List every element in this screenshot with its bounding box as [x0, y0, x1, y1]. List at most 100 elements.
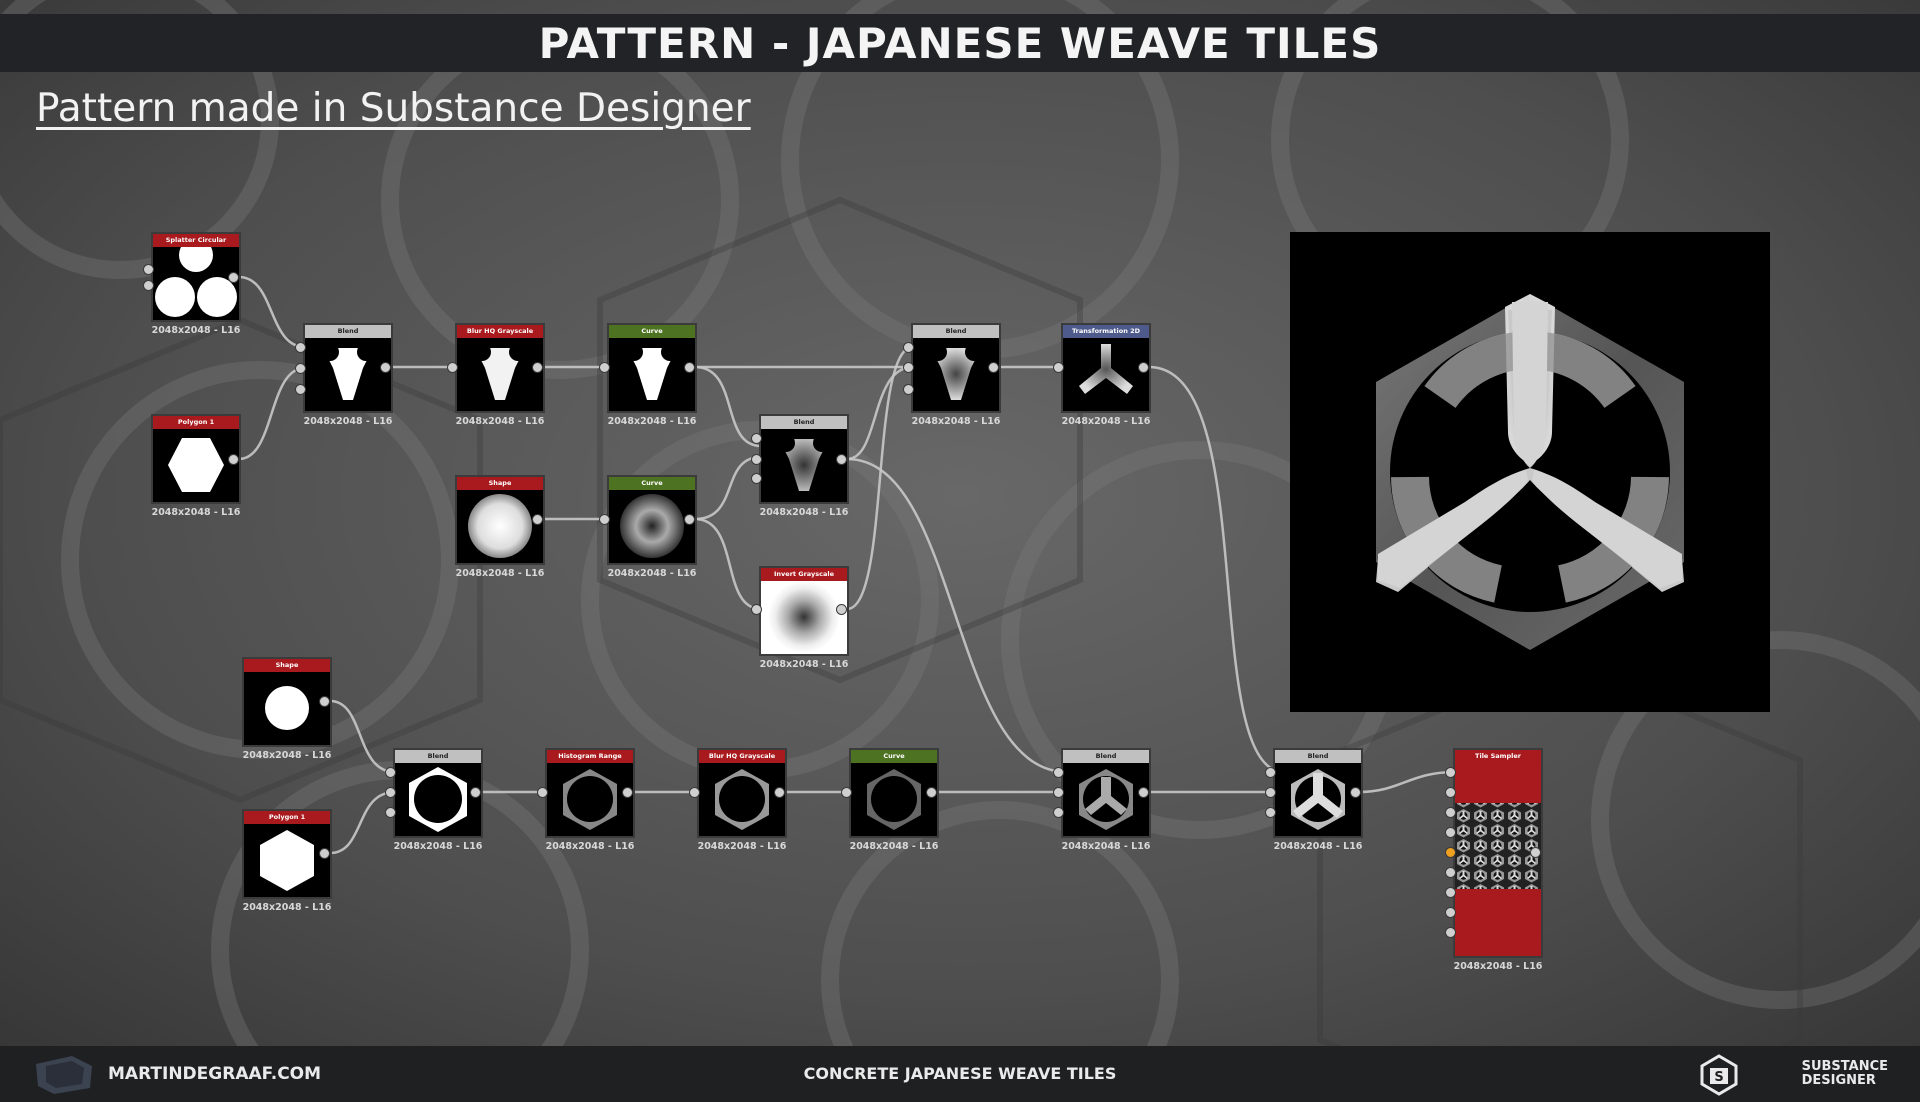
node-port[interactable]: [622, 787, 633, 798]
node-thumbnail: [244, 824, 330, 897]
node-resolution: 2048x2048 - L16: [1061, 841, 1151, 852]
node-polygon-2[interactable]: Polygon 1 2048x2048 - L16: [242, 809, 332, 913]
node-port[interactable]: [1530, 847, 1541, 858]
node-port[interactable]: [841, 787, 852, 798]
node-port[interactable]: [1265, 807, 1276, 818]
node-port[interactable]: [470, 787, 481, 798]
node-port[interactable]: [447, 362, 458, 373]
node-resolution: 2048x2048 - L16: [455, 416, 545, 427]
node-header: Polygon 1: [153, 416, 239, 429]
node-header: Transformation 2D: [1063, 325, 1149, 338]
node-port[interactable]: [774, 787, 785, 798]
node-blend-4[interactable]: Blend 2048x2048 - L16: [393, 748, 483, 852]
node-port[interactable]: [1265, 767, 1276, 778]
node-thumbnail: [761, 581, 847, 654]
node-port[interactable]: [1445, 867, 1456, 878]
node-port[interactable]: [1138, 362, 1149, 373]
node-shape-1[interactable]: Shape 2048x2048 - L16: [455, 475, 545, 579]
node-port[interactable]: [751, 433, 762, 444]
node-port[interactable]: [1445, 887, 1456, 898]
node-port[interactable]: [385, 807, 396, 818]
node-port[interactable]: [1053, 787, 1064, 798]
node-port[interactable]: [599, 514, 610, 525]
node-port[interactable]: [1053, 362, 1064, 373]
node-port[interactable]: [143, 264, 154, 275]
node-port[interactable]: [1265, 787, 1276, 798]
node-transformation-2d[interactable]: Transformation 2D 2048x2048 - L16: [1061, 323, 1151, 427]
node-port[interactable]: [988, 362, 999, 373]
node-port[interactable]: [1445, 767, 1456, 778]
node-port[interactable]: [903, 384, 914, 395]
node-blend-6[interactable]: Blend 2048x2048 - L16: [1273, 748, 1363, 852]
node-port[interactable]: [751, 473, 762, 484]
node-port[interactable]: [319, 696, 330, 707]
node-resolution: 2048x2048 - L16: [303, 416, 393, 427]
node-resolution: 2048x2048 - L16: [911, 416, 1001, 427]
node-resolution: 2048x2048 - L16: [242, 750, 332, 761]
node-header: Blend: [761, 416, 847, 429]
node-port[interactable]: [1053, 767, 1064, 778]
node-port[interactable]: [537, 787, 548, 798]
node-curve-2[interactable]: Curve 2048x2048 - L16: [607, 475, 697, 579]
node-resolution: 2048x2048 - L16: [151, 325, 241, 336]
node-port[interactable]: [1350, 787, 1361, 798]
node-port[interactable]: [228, 272, 239, 283]
node-port[interactable]: [295, 363, 306, 374]
node-tile-sampler[interactable]: Tile Sampler 2048x2048 - L16: [1453, 748, 1543, 972]
node-port[interactable]: [319, 848, 330, 859]
node-header: Blend: [395, 750, 481, 763]
node-blend-1[interactable]: Blend 2048x2048 - L16: [303, 323, 393, 427]
node-port[interactable]: [1445, 827, 1456, 838]
node-port[interactable]: [1445, 907, 1456, 918]
node-resolution: 2048x2048 - L16: [242, 902, 332, 913]
node-splatter-circular[interactable]: Splatter Circular 2048x2048 - L16: [151, 232, 241, 336]
node-port[interactable]: [380, 362, 391, 373]
node-blend-3[interactable]: Blend 2048x2048 - L16: [759, 414, 849, 518]
node-port[interactable]: [836, 604, 847, 615]
node-resolution: 2048x2048 - L16: [849, 841, 939, 852]
node-port[interactable]: [1445, 927, 1456, 938]
node-header: Shape: [244, 659, 330, 672]
node-resolution: 2048x2048 - L16: [759, 659, 849, 670]
node-histogram-range[interactable]: Histogram Range 2048x2048 - L16: [545, 748, 635, 852]
node-header: Blend: [305, 325, 391, 338]
node-port[interactable]: [1138, 787, 1149, 798]
node-thumbnail: [609, 338, 695, 411]
node-header: Splatter Circular: [153, 234, 239, 247]
node-curve-3[interactable]: Curve 2048x2048 - L16: [849, 748, 939, 852]
subtitle: Pattern made in Substance Designer: [36, 86, 751, 131]
node-port[interactable]: [143, 280, 154, 291]
node-port[interactable]: [295, 342, 306, 353]
node-port[interactable]: [903, 362, 914, 373]
node-port[interactable]: [836, 454, 847, 465]
node-blend-2[interactable]: Blend 2048x2048 - L16: [911, 323, 1001, 427]
node-polygon-1[interactable]: Polygon 1 2048x2048 - L16: [151, 414, 241, 518]
node-port[interactable]: [1445, 787, 1456, 798]
node-curve-1[interactable]: Curve 2048x2048 - L16: [607, 323, 697, 427]
node-port[interactable]: [751, 604, 762, 615]
node-invert-grayscale[interactable]: Invert Grayscale 2048x2048 - L16: [759, 566, 849, 670]
node-port[interactable]: [903, 342, 914, 353]
node-shape-2[interactable]: Shape 2048x2048 - L16: [242, 657, 332, 761]
node-port[interactable]: [689, 787, 700, 798]
node-thumbnail: [1275, 763, 1361, 836]
node-port[interactable]: [751, 454, 762, 465]
node-blur-hq-grayscale-1[interactable]: Blur HQ Grayscale 2048x2048 - L16: [455, 323, 545, 427]
node-port[interactable]: [1053, 807, 1064, 818]
node-port[interactable]: [684, 362, 695, 373]
node-port[interactable]: [532, 362, 543, 373]
node-blur-hq-grayscale-2[interactable]: Blur HQ Grayscale 2048x2048 - L16: [697, 748, 787, 852]
node-blend-5[interactable]: Blend 2048x2048 - L16: [1061, 748, 1151, 852]
node-port[interactable]: [926, 787, 937, 798]
node-port[interactable]: [295, 384, 306, 395]
node-port[interactable]: [599, 362, 610, 373]
node-header: Invert Grayscale: [761, 568, 847, 581]
node-resolution: 2048x2048 - L16: [151, 507, 241, 518]
node-port[interactable]: [228, 454, 239, 465]
node-port[interactable]: [385, 767, 396, 778]
node-port[interactable]: [1445, 807, 1456, 818]
node-port[interactable]: [532, 514, 543, 525]
node-port[interactable]: [684, 514, 695, 525]
node-port[interactable]: [1445, 847, 1456, 858]
node-port[interactable]: [385, 787, 396, 798]
